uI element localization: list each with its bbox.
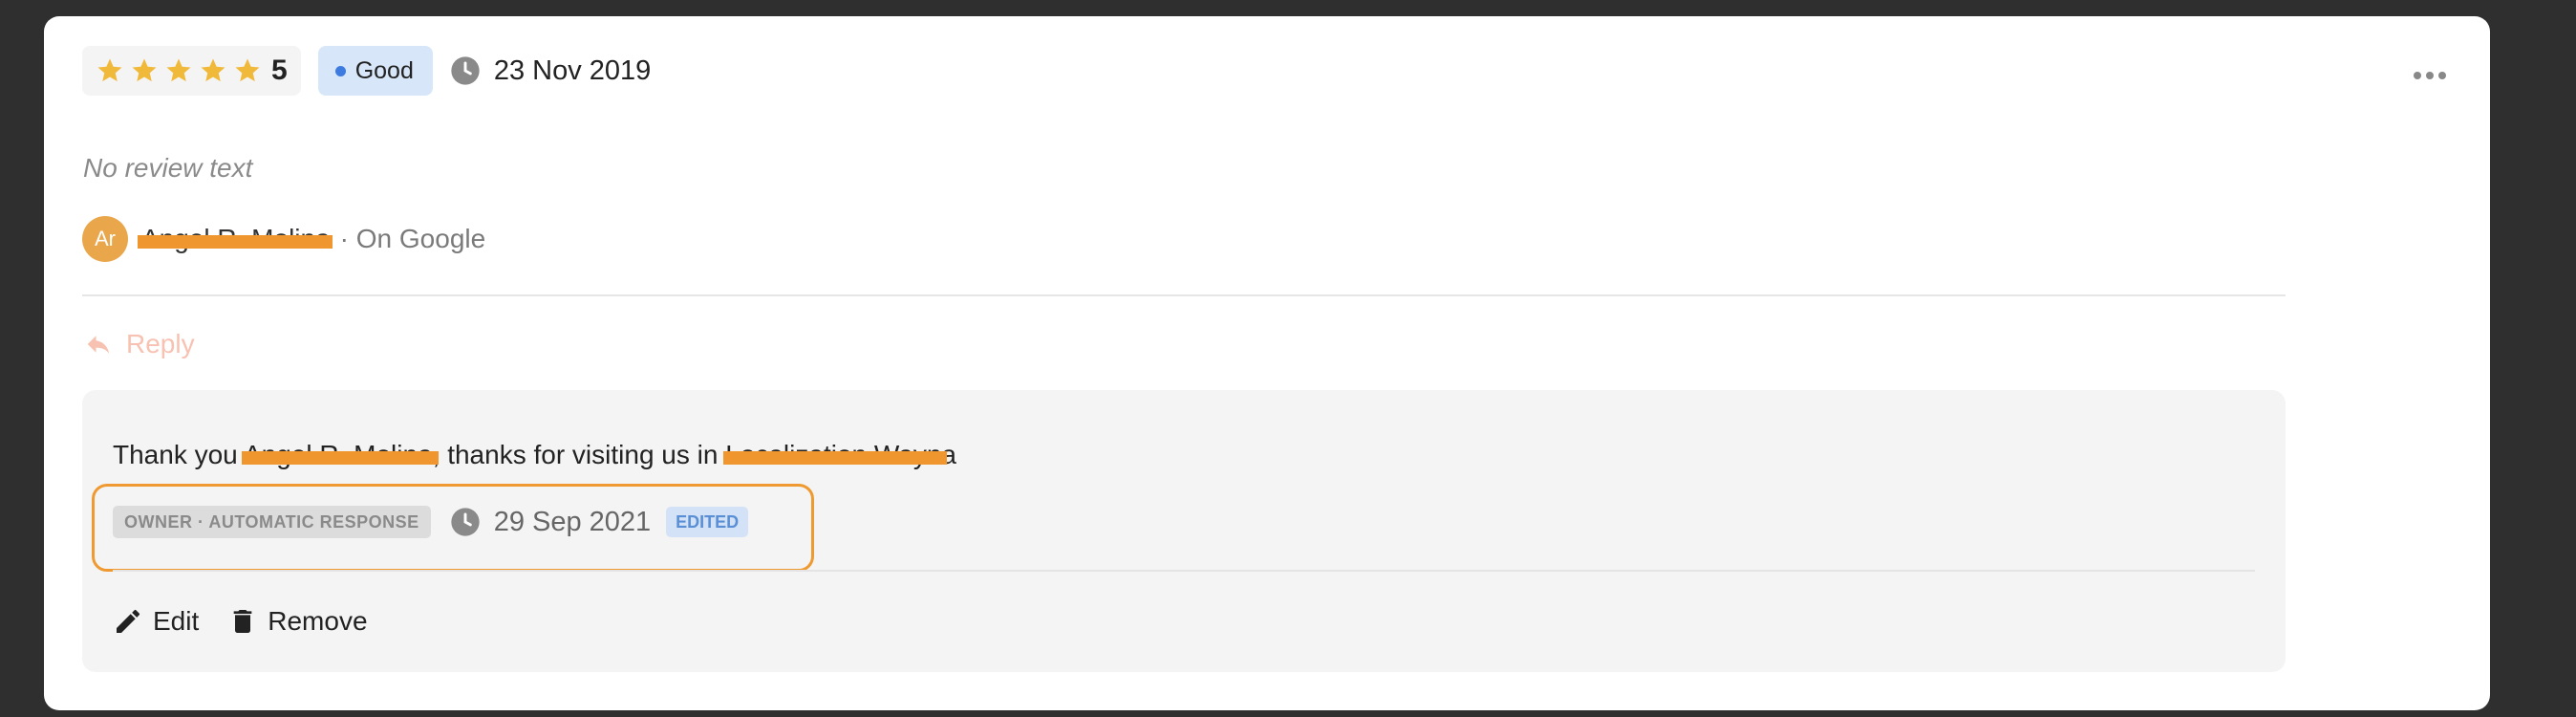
more-options-icon[interactable]	[2414, 72, 2446, 79]
author-row: Ar Angel R. Molina · On Google	[82, 215, 485, 263]
redaction-bar	[138, 235, 333, 249]
divider	[113, 570, 2255, 572]
star-icon	[201, 58, 225, 82]
dot	[2414, 72, 2421, 79]
clock-icon	[451, 508, 480, 536]
edit-button[interactable]: Edit	[113, 606, 199, 637]
rating-value: 5	[271, 54, 288, 86]
star-icon	[235, 58, 260, 82]
star-icon	[166, 58, 191, 82]
edit-label: Edit	[153, 606, 200, 636]
sentiment-badge: Good	[317, 46, 433, 96]
reply-icon	[87, 336, 110, 354]
owner-response: Thank you Angel R. Molina, thanks for vi…	[82, 390, 2286, 672]
dot	[2438, 72, 2446, 79]
review-card: 5 Good 23 Nov 2019 No review text Ar Ang…	[44, 16, 2490, 710]
review-date: 23 Nov 2019	[450, 55, 651, 87]
status-dot-icon	[334, 65, 346, 76]
edit-icon	[117, 609, 140, 633]
redacted-name: Angel R. Molina	[241, 440, 439, 469]
dot	[2426, 72, 2434, 79]
redaction-bar	[241, 451, 439, 465]
star-icon	[97, 58, 122, 82]
response-actions: Edit Remove	[113, 602, 397, 641]
owner-badge: OWNER · AUTOMATIC RESPONSE	[113, 506, 431, 538]
review-text: No review text	[83, 153, 253, 183]
redaction-bar	[723, 451, 948, 465]
remove-button[interactable]: Remove	[227, 606, 368, 637]
rating-box: 5	[82, 46, 301, 96]
response-text: Thank you Angel R. Molina, thanks for vi…	[113, 440, 956, 470]
reply-button[interactable]: Reply	[84, 329, 195, 359]
reply-label: Reply	[126, 329, 195, 358]
response-date: 29 Sep 2021	[493, 506, 652, 537]
review-source: · On Google	[339, 224, 486, 253]
trash-icon	[233, 610, 252, 633]
response-meta: OWNER · AUTOMATIC RESPONSE 29 Sep 2021 E…	[113, 504, 749, 540]
remove-label: Remove	[268, 606, 368, 636]
star-icon	[132, 58, 157, 82]
clock-icon	[451, 56, 480, 85]
redacted-location: Localization Wayn	[723, 440, 948, 469]
review-date-text: 23 Nov 2019	[493, 54, 652, 86]
response-text-part: , thanks for visiting us in	[432, 440, 726, 469]
divider	[82, 294, 2286, 296]
response-text-part: Thank you	[113, 440, 244, 469]
avatar: Ar	[82, 216, 128, 262]
edited-badge: EDITED	[666, 507, 749, 537]
review-header: 5 Good 23 Nov 2019	[82, 46, 651, 96]
sentiment-label: Good	[354, 56, 414, 84]
author-name: Angel R. Molina	[138, 224, 333, 254]
